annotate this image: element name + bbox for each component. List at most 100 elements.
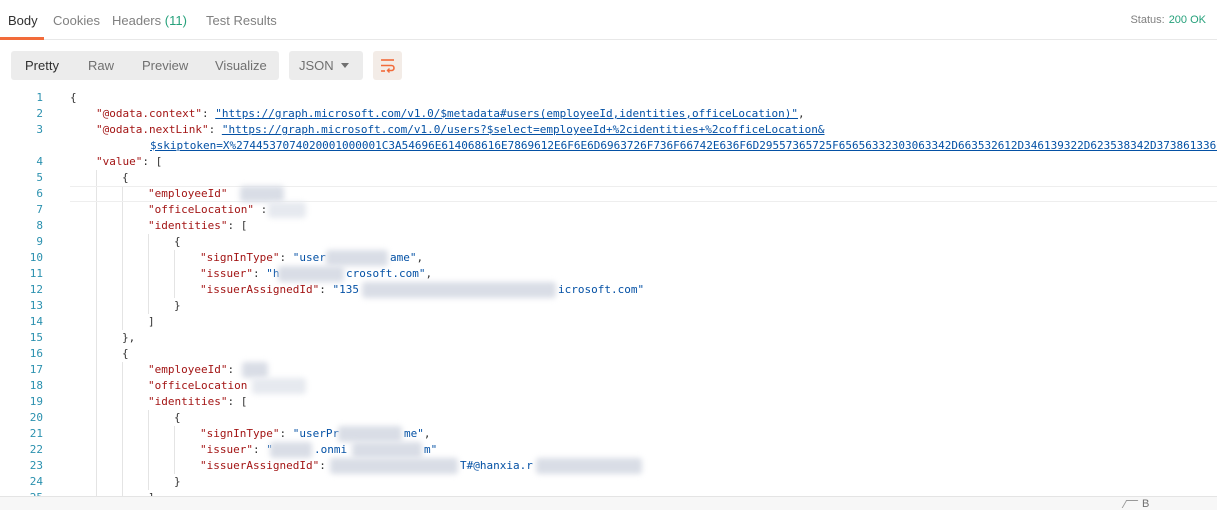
redacted-value — [242, 362, 268, 378]
indent-guide — [96, 170, 97, 496]
format-label: JSON — [299, 58, 334, 73]
line-number: 14 — [29, 315, 43, 328]
line-number: 3 — [36, 123, 43, 136]
code-line: "officeLocation" : — [148, 203, 268, 216]
tab-test-results[interactable]: Test Results — [206, 13, 277, 28]
code-line: "@odata.context": "https://graph.microso… — [96, 107, 805, 120]
view-pretty-button[interactable]: Pretty — [25, 58, 59, 73]
view-raw-button[interactable]: Raw — [88, 58, 114, 73]
code-line: { — [174, 235, 181, 248]
line-number: 15 — [29, 331, 43, 344]
context-url-link[interactable]: "https://graph.microsoft.com/v1.0/$metad… — [215, 107, 798, 120]
code-line: "officeLocation — [148, 379, 248, 392]
code-line: crosoft.com", — [346, 267, 433, 280]
indent-guide — [148, 234, 149, 314]
line-number-gutter: 1 2 3 4 5 6 7 8 9 10 11 12 13 14 15 16 1… — [0, 90, 60, 496]
code-line: "employeeId" — [148, 187, 228, 200]
line-number: 17 — [29, 363, 43, 376]
code-line: me", — [404, 427, 431, 440]
redacted-value — [352, 442, 422, 458]
response-body-editor[interactable]: 1 2 3 4 5 6 7 8 9 10 11 12 13 14 15 16 1… — [0, 90, 1217, 496]
indent-guide — [122, 186, 123, 330]
wrap-lines-icon — [381, 59, 395, 73]
line-number: 20 — [29, 411, 43, 424]
redacted-value — [270, 442, 312, 458]
code-line: "issuer": " — [200, 443, 273, 456]
redacted-value — [252, 378, 306, 394]
indent-guide — [174, 426, 175, 474]
view-preview-button[interactable]: Preview — [142, 58, 188, 73]
indent-guide — [122, 362, 123, 496]
response-status: Status: 200 OK — [1130, 14, 1206, 26]
code-line: { — [174, 411, 181, 424]
chevron-down-icon — [341, 63, 349, 68]
code-line: } — [174, 475, 181, 488]
code-line: { — [70, 91, 77, 104]
code-line: "employeeId": — [148, 363, 235, 376]
redacted-value — [536, 458, 642, 474]
line-number: 21 — [29, 427, 43, 440]
redacted-value — [278, 266, 344, 282]
response-toolbar: Pretty Raw Preview Visualize JSON — [0, 40, 1217, 90]
line-number: 7 — [36, 203, 43, 216]
redacted-value — [362, 282, 556, 298]
tab-cookies[interactable]: Cookies — [53, 13, 100, 28]
response-tab-bar: Body Cookies Headers (11) Test Results S… — [0, 0, 1217, 40]
view-visualize-button[interactable]: Visualize — [215, 58, 267, 73]
line-number: 18 — [29, 379, 43, 392]
line-number: 11 — [29, 267, 43, 280]
code-line: "issuer": "h — [200, 267, 280, 280]
bootcamp-icon[interactable] — [1121, 500, 1139, 508]
code-line: "identities": [ — [148, 219, 248, 232]
tab-headers[interactable]: Headers (11) — [112, 13, 187, 28]
code-line: .onmi — [314, 443, 348, 456]
code-line: $skiptoken=X%2744537074020001000001C3A54… — [150, 138, 1217, 154]
redacted-value — [338, 426, 402, 442]
line-number: 12 — [29, 283, 43, 296]
tab-body[interactable]: Body — [8, 13, 38, 28]
code-line: T#@hanxia.r — [460, 459, 533, 472]
code-line: "signInType": "user — [200, 251, 326, 264]
code-line: icrosoft.com" — [558, 283, 645, 296]
code-line: "value": [ — [96, 155, 163, 168]
line-number: 8 — [36, 219, 43, 232]
code-line: }, — [122, 331, 136, 344]
code-line: } — [174, 299, 181, 312]
line-number: 6 — [36, 187, 43, 200]
next-link-url[interactable]: "https://graph.microsoft.com/v1.0/users?… — [222, 123, 825, 136]
line-number: 16 — [29, 347, 43, 360]
code-line: m" — [424, 443, 438, 456]
redacted-value — [330, 458, 458, 474]
code-line: "signInType": "userPr — [200, 427, 340, 440]
redacted-value — [240, 186, 284, 202]
line-number: 23 — [29, 459, 43, 472]
indent-guide — [174, 250, 175, 298]
line-number: 19 — [29, 395, 43, 408]
line-number: 9 — [36, 235, 43, 248]
wrap-lines-button[interactable] — [373, 51, 402, 80]
redacted-value — [326, 250, 388, 266]
indent-guide — [148, 410, 149, 490]
code-line: { — [122, 171, 129, 184]
code-line: { — [122, 347, 129, 360]
headers-count: (11) — [164, 13, 187, 28]
redacted-value — [268, 202, 306, 218]
line-number: 5 — [36, 171, 43, 184]
status-code: 200 OK — [1168, 14, 1206, 26]
line-number: 4 — [36, 155, 43, 168]
line-number: 1 — [36, 91, 43, 104]
status-bar-label[interactable]: B — [1142, 498, 1149, 510]
code-line: "issuerAssignedId": "135 — [200, 283, 359, 296]
line-number: 22 — [29, 443, 43, 456]
format-dropdown[interactable]: JSON — [289, 51, 363, 80]
code-line: "issuerAssignedId": — [200, 459, 326, 472]
code-line: ] — [148, 315, 155, 328]
view-mode-selector: Pretty Raw Preview Visualize — [11, 51, 279, 80]
code-line: "identities": [ — [148, 395, 248, 408]
status-bar: B — [0, 496, 1217, 510]
line-number: 2 — [36, 107, 43, 120]
code-line: ame", — [390, 251, 424, 264]
line-number: 13 — [29, 299, 43, 312]
next-link-url-continued[interactable]: $skiptoken=X%2744537074020001000001C3A54… — [150, 139, 1217, 152]
line-number: 10 — [29, 251, 43, 264]
